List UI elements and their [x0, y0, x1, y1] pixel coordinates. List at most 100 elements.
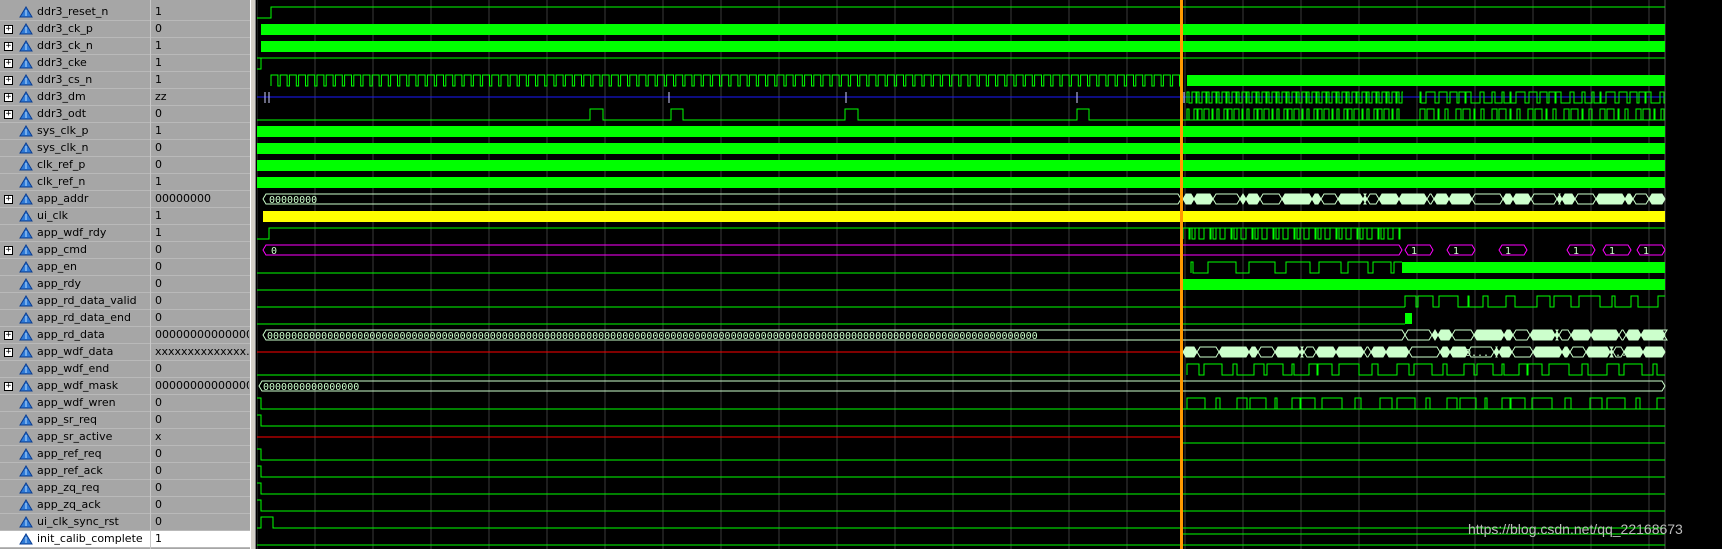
wave-trace — [1402, 262, 1665, 273]
signal-row[interactable]: + app_addr — [0, 191, 150, 208]
value-row: 0 — [151, 242, 250, 259]
value-row: 1 — [151, 55, 250, 72]
waveform-canvas[interactable]: 00000000 0 1 1 1 1 1 1 0000000000000000000000000… — [257, 0, 1722, 549]
signal-icon — [19, 414, 33, 426]
signal-icon — [19, 363, 33, 375]
expand-icon[interactable]: + — [4, 42, 13, 51]
clock-trace — [257, 177, 1665, 188]
signal-row[interactable]: app_ref_ack — [0, 463, 150, 480]
bus-segment — [1570, 329, 1592, 341]
signal-row[interactable]: app_zq_ack — [0, 497, 150, 514]
signal-row[interactable]: + ddr3_cs_n — [0, 72, 150, 89]
wave-trace — [257, 57, 1665, 70]
expand-icon[interactable]: + — [4, 93, 13, 102]
expand-icon[interactable]: + — [4, 195, 13, 204]
bus-segment — [262, 244, 1403, 256]
signal-name: app_wdf_mask — [37, 379, 119, 392]
signal-icon — [19, 261, 33, 273]
bus-segment — [1362, 193, 1368, 205]
signal-name: sys_clk_p — [37, 124, 89, 137]
signal-value: 0 — [155, 362, 162, 375]
expand-icon[interactable]: + — [4, 382, 13, 391]
value-row: 0000000000000000 — [151, 378, 250, 395]
signal-name: app_cmd — [37, 243, 87, 256]
signal-icon — [19, 397, 33, 409]
expand-icon[interactable]: + — [4, 59, 13, 68]
signal-icon — [19, 482, 33, 494]
signal-value: 0 — [155, 158, 162, 171]
bus-segment — [1636, 244, 1666, 256]
signal-row[interactable]: app_ref_req — [0, 446, 150, 463]
value-row: 1 — [151, 208, 250, 225]
value-row: 0 — [151, 514, 250, 531]
signal-value: 1 — [155, 56, 162, 69]
bus-label: 1 — [1609, 246, 1615, 257]
signal-row[interactable]: + ddr3_odt — [0, 106, 150, 123]
bus-segment — [1446, 244, 1476, 256]
value-row: 0 — [151, 412, 250, 429]
signal-row[interactable]: app_rdy — [0, 276, 150, 293]
expand-icon[interactable]: + — [4, 25, 13, 34]
bus-label: 0 — [271, 246, 277, 257]
bus-segment — [1426, 193, 1435, 205]
expand-icon[interactable]: + — [4, 348, 13, 357]
signal-row[interactable]: app_rd_data_valid — [0, 293, 150, 310]
pane-splitter[interactable] — [250, 0, 256, 549]
bus-segment — [1530, 193, 1558, 205]
signal-row[interactable]: app_sr_req — [0, 412, 150, 429]
signal-row[interactable]: app_rd_data_end — [0, 310, 150, 327]
clock-trace — [257, 160, 1665, 171]
expand-icon[interactable]: + — [4, 110, 13, 119]
value-row: 0 — [151, 361, 250, 378]
waveform-svg: 000000000 1 1 1 1 1 10000000000000000000000000… — [257, 0, 1668, 549]
bus-segment — [1248, 346, 1259, 358]
bus-segment — [1196, 346, 1220, 358]
signal-row[interactable]: + ddr3_ck_p — [0, 21, 150, 38]
signal-name: app_zq_ack — [37, 498, 101, 511]
signal-name: sys_clk_n — [37, 141, 89, 154]
signal-row[interactable]: + app_wdf_data — [0, 344, 150, 361]
signal-row[interactable]: init_calib_complete — [0, 531, 150, 548]
signal-name: app_en — [37, 260, 77, 273]
signal-row[interactable]: ddr3_reset_n — [0, 4, 150, 21]
bus-segment — [1315, 346, 1337, 358]
value-row: 0 — [151, 21, 250, 38]
signal-name: app_sr_req — [37, 413, 97, 426]
signal-row[interactable]: app_wdf_wren — [0, 395, 150, 412]
signal-row[interactable]: app_wdf_end — [0, 361, 150, 378]
signal-name: ddr3_cs_n — [37, 73, 93, 86]
signal-row[interactable]: + ddr3_ck_n — [0, 38, 150, 55]
expand-icon[interactable]: + — [4, 76, 13, 85]
signal-name: ddr3_odt — [37, 107, 87, 120]
signal-row[interactable]: sys_clk_p — [0, 123, 150, 140]
signal-value: 1 — [155, 124, 162, 137]
expand-icon[interactable]: + — [4, 331, 13, 340]
value-row: 1 — [151, 531, 250, 548]
signal-row[interactable]: app_en — [0, 259, 150, 276]
bus-segment — [1259, 193, 1283, 205]
signal-row[interactable]: + app_wdf_mask — [0, 378, 150, 395]
signal-row[interactable]: ui_clk_sync_rst — [0, 514, 150, 531]
bus-segment — [1433, 193, 1450, 205]
signal-row[interactable]: app_zq_req — [0, 480, 150, 497]
wave-trace — [257, 414, 1665, 427]
signal-row[interactable]: + app_rd_data — [0, 327, 150, 344]
value-row: 0 — [151, 293, 250, 310]
signal-row[interactable]: clk_ref_p — [0, 157, 150, 174]
value-row: 0 — [151, 463, 250, 480]
signal-row[interactable]: + ddr3_dm — [0, 89, 150, 106]
signal-row[interactable]: sys_clk_n — [0, 140, 150, 157]
bus-segment — [1311, 193, 1322, 205]
signal-icon — [19, 142, 33, 154]
signal-row[interactable]: clk_ref_n — [0, 174, 150, 191]
signal-row[interactable]: + ddr3_cke — [0, 55, 150, 72]
expand-icon[interactable]: + — [4, 246, 13, 255]
signal-row[interactable]: + app_cmd — [0, 242, 150, 259]
signal-row[interactable]: app_wdf_rdy — [0, 225, 150, 242]
bus-segment — [1408, 346, 1441, 358]
signal-row[interactable]: app_sr_active — [0, 429, 150, 446]
signal-value: 0 — [155, 311, 162, 324]
signal-icon — [19, 448, 33, 460]
bus-segment — [1218, 346, 1250, 358]
signal-row[interactable]: ui_clk — [0, 208, 150, 225]
